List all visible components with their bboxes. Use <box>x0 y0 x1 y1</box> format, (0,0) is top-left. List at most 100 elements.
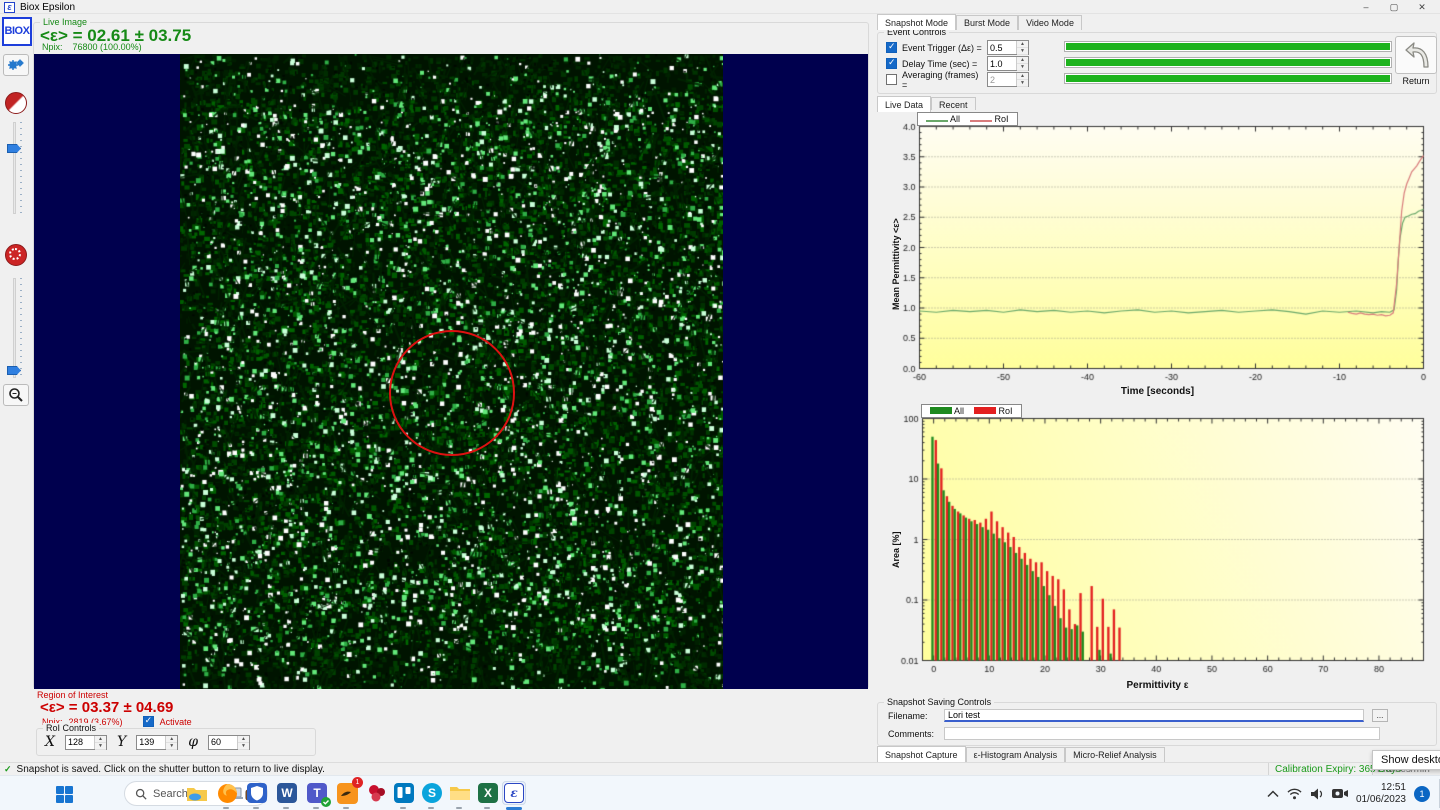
red-app-icon[interactable] <box>365 781 389 805</box>
activate-checkbox[interactable]: ✓ <box>143 716 154 727</box>
averaging-input[interactable] <box>988 73 1016 86</box>
tab-live-data[interactable]: Live Data <box>877 96 931 112</box>
running-indicator <box>223 807 229 809</box>
line-chart-region: All RoI Mean Permittivity <ε> Time [seco… <box>877 110 1438 402</box>
volume-icon[interactable] <box>1310 788 1324 800</box>
x-spinner[interactable]: ▲▼ <box>65 735 107 750</box>
shield-app-icon[interactable] <box>245 781 269 805</box>
running-indicator <box>456 807 462 809</box>
illumination-button[interactable] <box>5 244 27 266</box>
teams-icon[interactable]: T <box>305 781 329 805</box>
filename-label: Filename: <box>888 711 936 721</box>
delay-time-input[interactable] <box>988 57 1016 70</box>
running-indicator <box>283 807 289 809</box>
app-icon: ε <box>4 2 15 13</box>
tab-histogram-analysis[interactable]: ε-Histogram Analysis <box>966 747 1066 762</box>
roi-circle[interactable] <box>390 331 514 455</box>
status-bar: ✓ Snapshot is saved. Click on the shutte… <box>0 762 1440 775</box>
spin-down-icon[interactable]: ▼ <box>95 743 106 750</box>
word-icon[interactable]: W <box>275 781 299 805</box>
spin-down-icon[interactable]: ▼ <box>166 743 177 750</box>
running-indicator <box>400 807 406 809</box>
roi-mean-permittivity: <ε> = 03.37 ± 04.69 <box>40 699 173 716</box>
tab-micro-relief-analysis[interactable]: Micro-Relief Analysis <box>1065 747 1165 762</box>
zoom-button[interactable] <box>3 384 29 406</box>
slider-handle[interactable] <box>7 144 21 153</box>
firefox-icon[interactable] <box>215 781 239 805</box>
comments-input[interactable] <box>944 727 1380 740</box>
notification-count-badge[interactable]: 1 <box>1414 786 1430 802</box>
maximize-button[interactable]: ▢ <box>1380 0 1408 14</box>
averaging-spinner[interactable]: ▲▼ <box>987 72 1029 87</box>
averaging-label: Averaging (frames) = <box>902 70 982 90</box>
x-input[interactable] <box>66 736 94 749</box>
phi-spinner[interactable]: ▲▼ <box>208 735 250 750</box>
file-explorer-icon[interactable] <box>448 781 472 805</box>
y-label: Y <box>117 734 126 750</box>
live-npix: Npix: 76800 (100.00%) <box>42 42 142 52</box>
excel-icon[interactable]: X <box>476 781 500 805</box>
live-image-viewport[interactable] <box>34 54 868 689</box>
spin-up-icon[interactable]: ▲ <box>238 736 249 743</box>
delay-time-checkbox[interactable]: ✓ <box>886 58 897 69</box>
slider-handle[interactable] <box>7 366 21 375</box>
zoom-icon <box>8 387 24 403</box>
y-input[interactable] <box>137 736 165 749</box>
system-tray: 12:51 01/06/2023 1 <box>1267 776 1430 810</box>
event-trigger-progress <box>1064 41 1392 52</box>
roi-overlay <box>34 54 868 689</box>
y-spinner[interactable]: ▲▼ <box>136 735 178 750</box>
status-check-icon: ✓ <box>4 764 12 775</box>
phi-label: φ <box>188 734 198 750</box>
minimize-button[interactable]: – <box>1352 0 1380 14</box>
spin-up-icon[interactable]: ▲ <box>95 736 106 743</box>
slider-track <box>13 122 16 214</box>
roi-controls-group: RoI Controls X ▲▼ Y ▲▼ φ ▲▼ <box>36 728 316 756</box>
delay-time-spinner[interactable]: ▲▼ <box>987 56 1029 71</box>
shutter-button[interactable] <box>5 92 27 114</box>
camera-icon[interactable] <box>1332 788 1348 799</box>
filename-input[interactable] <box>944 709 1364 722</box>
trello-icon[interactable] <box>392 781 416 805</box>
tab-burst-mode[interactable]: Burst Mode <box>956 15 1018 30</box>
clock[interactable]: 12:51 01/06/2023 <box>1356 782 1406 806</box>
slider-ticks <box>20 122 22 214</box>
close-button[interactable]: ✕ <box>1408 0 1436 14</box>
running-indicator <box>484 807 490 809</box>
onedrive-folder-icon[interactable] <box>185 781 209 805</box>
clock-time: 12:51 <box>1356 782 1406 794</box>
event-trigger-checkbox[interactable]: ✓ <box>886 42 897 53</box>
window-title: Biox Epsilon <box>20 2 75 13</box>
chevron-up-icon[interactable] <box>1267 790 1279 798</box>
return-label: Return <box>1395 76 1437 86</box>
mode-tabs: Snapshot Mode Burst Mode Video Mode <box>877 14 1082 30</box>
biox-epsilon-taskbar-icon[interactable]: ε <box>502 781 526 805</box>
event-trigger-input[interactable] <box>988 41 1016 54</box>
return-button[interactable] <box>1395 36 1437 74</box>
browse-button[interactable]: ... <box>1372 709 1388 722</box>
running-indicator <box>253 807 259 809</box>
roi-controls-label: RoI Controls <box>43 723 99 733</box>
settings-gears-button[interactable] <box>3 54 29 76</box>
start-button[interactable] <box>52 782 76 806</box>
mail-app-icon[interactable]: 1 <box>335 781 359 805</box>
return-icon <box>1400 40 1432 70</box>
chart1-legend: All RoI <box>917 112 1018 126</box>
show-desktop-tooltip: Show desktop <box>1372 750 1440 770</box>
wifi-icon[interactable] <box>1287 788 1302 800</box>
running-indicator <box>343 807 349 809</box>
gain-slider[interactable] <box>6 122 26 214</box>
phi-input[interactable] <box>209 736 237 749</box>
spin-up-icon[interactable]: ▲ <box>166 736 177 743</box>
illumination-slider[interactable] <box>6 278 26 378</box>
tab-video-mode[interactable]: Video Mode <box>1018 15 1082 30</box>
spin-down-icon[interactable]: ▼ <box>238 743 249 750</box>
event-trigger-spinner[interactable]: ▲▼ <box>987 40 1029 55</box>
tab-snapshot-mode[interactable]: Snapshot Mode <box>877 14 956 30</box>
tab-snapshot-capture[interactable]: Snapshot Capture <box>877 746 966 762</box>
averaging-checkbox[interactable]: ✓ <box>886 74 897 85</box>
legend-all: All <box>950 114 960 124</box>
mail-badge: 1 <box>352 777 363 788</box>
skype-icon[interactable]: S <box>420 781 444 805</box>
taskbar: Search W T 1 S X ε <box>0 775 1440 810</box>
